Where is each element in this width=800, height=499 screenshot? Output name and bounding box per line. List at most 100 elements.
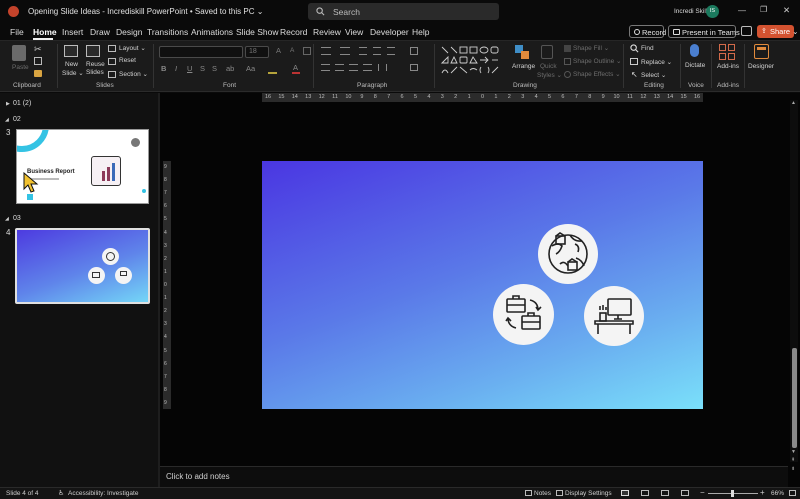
layout-label[interactable]: Layout ⌄ [119, 44, 146, 52]
new-slide-label-2[interactable]: Slide ⌄ [62, 69, 84, 77]
align-center-icon[interactable] [335, 64, 344, 71]
shapes-gallery[interactable] [440, 45, 503, 78]
text-direction-icon[interactable] [410, 47, 418, 55]
shape-outline-icon[interactable] [564, 58, 571, 65]
select-icon[interactable]: ↖ [631, 70, 638, 79]
line-spacing-icon[interactable] [387, 47, 395, 55]
shadow-button[interactable]: S [212, 64, 217, 73]
tab-view[interactable]: View [345, 27, 363, 37]
paste-label[interactable]: Paste [12, 64, 29, 71]
fit-slide-icon[interactable] [789, 490, 796, 496]
quick-styles-label-2[interactable]: Styles ⌄ [537, 71, 562, 79]
find-label[interactable]: Find [641, 45, 654, 52]
minimize-button[interactable]: — [738, 6, 746, 15]
scrollbar-thumb[interactable] [792, 348, 797, 448]
shape-outline-label[interactable]: Shape Outline ⌄ [573, 57, 621, 65]
reset-label[interactable]: Reset [119, 57, 136, 64]
copy-icon[interactable] [34, 57, 42, 65]
search-box[interactable]: Search [308, 3, 499, 20]
notes-icon[interactable] [525, 490, 532, 496]
accessibility-status[interactable]: Accessibility: Investigate [68, 490, 138, 497]
globe-circle[interactable] [538, 224, 598, 284]
tab-developer[interactable]: Developer [370, 27, 409, 37]
new-slide-icon[interactable] [64, 45, 78, 57]
cut-icon[interactable]: ✂ [34, 44, 42, 55]
close-button[interactable]: ✕ [783, 5, 790, 16]
display-settings-icon[interactable] [556, 490, 563, 496]
font-color-button[interactable]: A [293, 63, 298, 72]
zoom-level[interactable]: 66% [771, 490, 784, 497]
panel-divider[interactable] [158, 93, 160, 487]
reset-icon[interactable] [108, 58, 116, 65]
display-settings-button[interactable]: Display Settings [565, 490, 612, 497]
section-label[interactable]: 01 (2) [13, 100, 31, 107]
section-collapse-icon[interactable]: ▶ [6, 101, 10, 107]
section-label[interactable]: 03 [13, 215, 21, 222]
maximize-button[interactable]: ❐ [760, 5, 767, 14]
paste-icon[interactable] [12, 45, 26, 61]
shape-fill-label[interactable]: Shape Fill ⌄ [573, 44, 609, 52]
previous-slide-icon[interactable]: ⇞ [791, 457, 795, 463]
share-button[interactable]: ⇪ Share ⌄ [757, 25, 798, 38]
tab-file[interactable]: File [10, 27, 24, 37]
align-right-icon[interactable] [349, 64, 358, 71]
vertical-ruler[interactable]: 9 8 7 6 5 4 3 2 1 0 1 2 3 4 5 6 7 8 9 [163, 161, 171, 409]
character-spacing-button[interactable]: ab [226, 64, 234, 73]
reuse-label-2[interactable]: Slides [86, 69, 104, 76]
user-name[interactable]: Incredi Skill [674, 8, 707, 15]
arrange-label[interactable]: Arrange [512, 63, 535, 70]
clear-formatting-icon[interactable] [303, 47, 311, 55]
notes-pane[interactable]: Click to add notes [160, 466, 788, 487]
microphone-icon[interactable] [690, 44, 699, 57]
next-slide-icon[interactable]: ⇟ [791, 466, 795, 472]
add-ins-icon[interactable] [719, 44, 735, 60]
decrease-indent-icon[interactable] [359, 47, 367, 55]
numbering-icon[interactable] [340, 47, 350, 55]
quick-styles-icon[interactable] [541, 45, 553, 59]
slide-canvas[interactable] [262, 161, 703, 409]
replace-icon[interactable] [630, 58, 638, 65]
horizontal-ruler[interactable]: 16 15 14 13 12 11 10 9 8 7 6 5 4 3 2 1 0 1 2 3 4 5 6 7 8 9 10 11 12 1… [262, 93, 703, 102]
zoom-in-button[interactable]: + [760, 488, 765, 497]
bold-button[interactable]: B [161, 64, 166, 73]
add-ins-label[interactable]: Add-ins [717, 63, 739, 70]
change-case-button[interactable]: Aa [246, 64, 255, 73]
tab-record[interactable]: Record [280, 27, 307, 37]
quick-styles-label[interactable]: Quick [540, 63, 557, 70]
tab-draw[interactable]: Draw [90, 27, 110, 37]
zoom-out-button[interactable]: − [700, 488, 705, 497]
format-painter-icon[interactable] [34, 70, 42, 77]
italic-button[interactable]: I [175, 64, 177, 73]
justify-icon[interactable] [363, 64, 372, 71]
tab-transitions[interactable]: Transitions [147, 27, 188, 37]
shape-effects-icon[interactable] [564, 71, 571, 78]
tab-home[interactable]: Home [33, 27, 57, 37]
align-text-icon[interactable] [410, 64, 418, 71]
new-slide-label[interactable]: New [65, 61, 78, 68]
increase-indent-icon[interactable] [373, 47, 381, 55]
shape-effects-label[interactable]: Shape Effects ⌄ [573, 70, 621, 78]
accessibility-icon[interactable]: ♿ [58, 489, 64, 497]
tab-help[interactable]: Help [412, 27, 429, 37]
tab-insert[interactable]: Insert [62, 27, 83, 37]
section-label[interactable]: Section ⌄ [119, 70, 148, 78]
zoom-slider-thumb[interactable] [731, 490, 734, 497]
layout-icon[interactable] [108, 45, 116, 52]
arrange-icon[interactable] [515, 45, 529, 59]
present-in-teams-button[interactable]: Present in Teams [668, 25, 740, 38]
tab-review[interactable]: Review [313, 27, 341, 37]
comments-icon[interactable] [741, 26, 752, 36]
designer-label[interactable]: Designer [748, 63, 774, 70]
grow-font-button[interactable]: A [276, 46, 281, 55]
section-expand-icon[interactable]: ◢ [5, 216, 9, 222]
shrink-font-button[interactable]: A [290, 47, 294, 54]
scroll-up-arrow[interactable]: ▲ [791, 100, 796, 106]
highlight-color-icon[interactable] [268, 72, 277, 74]
reuse-label[interactable]: Reuse [86, 61, 105, 68]
shape-fill-icon[interactable] [564, 45, 571, 52]
briefcase-circle[interactable] [493, 284, 554, 345]
notes-button[interactable]: Notes [534, 490, 551, 497]
designer-icon[interactable] [754, 44, 769, 59]
tab-animations[interactable]: Animations [191, 27, 233, 37]
tab-design[interactable]: Design [116, 27, 142, 37]
